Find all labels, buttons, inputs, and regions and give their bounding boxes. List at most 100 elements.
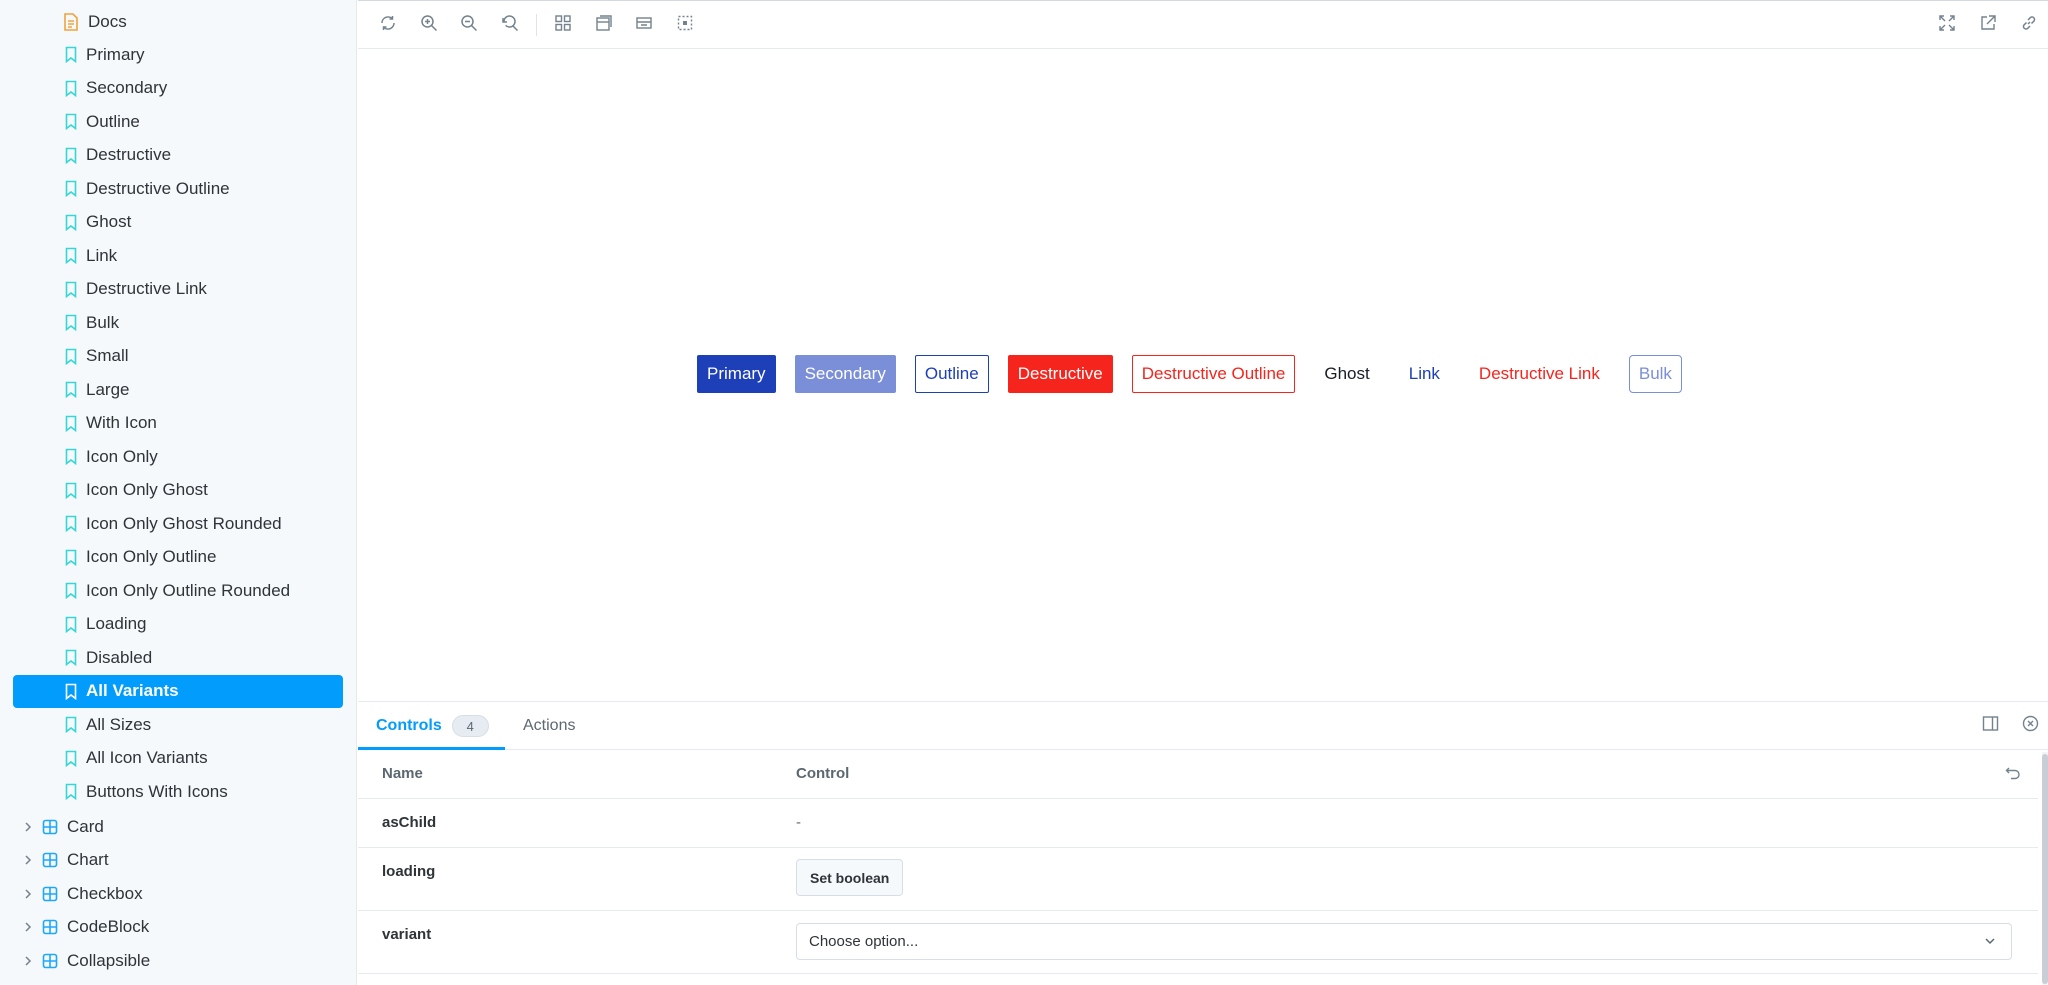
- fullscreen-button[interactable]: [1936, 14, 1958, 36]
- sidebar-item-label: Icon Only Outline Rounded: [86, 580, 291, 600]
- sidebar-item-label: CodeBlock: [67, 917, 150, 936]
- addon-tabs: Controls 4 Actions: [358, 702, 2048, 750]
- background-button[interactable]: [593, 14, 615, 36]
- control-name: loading: [382, 863, 436, 880]
- open-new-tab-button[interactable]: [1977, 14, 1999, 36]
- sidebar-item-label: Link: [86, 245, 118, 265]
- sidebar-story-item[interactable]: Secondary: [13, 72, 343, 105]
- sidebar-component-item[interactable]: Collapsible: [13, 944, 343, 977]
- bookmark-icon: [62, 414, 80, 432]
- viewport-icon: [635, 14, 653, 37]
- variant-select[interactable]: Choose option...: [796, 923, 2012, 960]
- outline-button[interactable]: [674, 14, 696, 36]
- copy-link-button[interactable]: [2018, 14, 2040, 36]
- bookmark-icon: [62, 783, 80, 801]
- sidebar-item-label: Buttons With Icons: [86, 781, 228, 801]
- bookmark-icon: [62, 46, 80, 64]
- sidebar-component-item[interactable]: Chart: [13, 844, 343, 877]
- bookmark-icon: [62, 213, 80, 231]
- chevron-right-icon: [21, 888, 35, 900]
- sidebar-item-label: Collapsible: [67, 950, 151, 970]
- bookmark-icon: [62, 180, 80, 198]
- sidebar-story-item[interactable]: Outline: [13, 105, 343, 138]
- sidebar-story-item[interactable]: Destructive Link: [13, 273, 343, 306]
- sidebar-story-item[interactable]: Icon Only Ghost Rounded: [13, 507, 343, 540]
- button-variants-row: Primary Secondary Outline Destructive Destru…: [697, 355, 1682, 393]
- addons-panel: Controls 4 Actions Name Control asChild …: [358, 702, 2048, 985]
- sidebar-item-docs[interactable]: Docs: [13, 5, 343, 38]
- bookmark-icon: [62, 749, 80, 767]
- sidebar-story-item[interactable]: Ghost: [13, 206, 343, 239]
- set-boolean-button[interactable]: Set boolean: [796, 859, 904, 896]
- sidebar-story-item[interactable]: Icon Only: [13, 440, 343, 473]
- destructive-outline-button[interactable]: Destructive Outline: [1131, 355, 1296, 393]
- bookmark-icon: [62, 615, 80, 633]
- close-panel-button[interactable]: [2021, 715, 2039, 735]
- sidebar-story-item[interactable]: Disabled: [13, 641, 343, 674]
- zoom-in-button[interactable]: [418, 14, 440, 36]
- sidebar-story-item[interactable]: Icon Only Ghost: [13, 474, 343, 507]
- sidebar-story-item[interactable]: All Variants: [13, 674, 343, 708]
- sidebar-story-item[interactable]: Large: [13, 373, 343, 406]
- bookmark-icon: [62, 582, 80, 600]
- sidebar-story-item[interactable]: Icon Only Outline: [13, 541, 343, 574]
- sidebar-item-label: Icon Only Ghost Rounded: [86, 513, 282, 533]
- sidebar-story-item[interactable]: Icon Only Outline Rounded: [13, 574, 343, 607]
- sidebar-item-label: Bulk: [86, 312, 120, 332]
- sidebar-story-item[interactable]: With Icon: [13, 407, 343, 440]
- secondary-button[interactable]: Secondary: [794, 355, 896, 393]
- sidebar-item-label: Docs: [88, 11, 127, 31]
- bookmark-icon: [62, 146, 80, 164]
- sidebar-item-label: With Icon: [86, 413, 157, 432]
- sidebar-story-item[interactable]: Buttons With Icons: [13, 775, 343, 808]
- bulk-button[interactable]: Bulk: [1628, 355, 1682, 393]
- sidebar-story-item[interactable]: Small: [13, 340, 343, 373]
- zoom-reset-button[interactable]: [499, 14, 521, 36]
- ghost-button[interactable]: Ghost: [1314, 355, 1379, 393]
- table-row: variant Choose option...: [358, 911, 2038, 974]
- panel-orientation-button[interactable]: [1981, 715, 1999, 737]
- sidebar-toggle-icon: [1982, 715, 1999, 737]
- sidebar-component-item[interactable]: Checkbox: [13, 877, 343, 910]
- sidebar-story-item[interactable]: Bulk: [13, 306, 343, 339]
- bookmark-icon: [62, 381, 80, 399]
- sidebar-story-item[interactable]: Destructive Outline: [13, 172, 343, 205]
- chevron-right-icon: [21, 854, 35, 866]
- sidebar-story-item[interactable]: Link: [13, 239, 343, 272]
- link-button[interactable]: Link: [1399, 355, 1450, 393]
- scrollbar-thumb[interactable]: [2042, 754, 2048, 984]
- grid-button[interactable]: [552, 14, 574, 36]
- sidebar-item-label: Destructive Link: [86, 279, 207, 298]
- sidebar-story-item[interactable]: Loading: [13, 608, 343, 641]
- viewport-button[interactable]: [633, 14, 655, 36]
- toolbar: [358, 0, 2048, 49]
- destructive-link-button[interactable]: Destructive Link: [1469, 355, 1610, 393]
- sidebar-story-item[interactable]: All Icon Variants: [13, 742, 343, 775]
- reset-controls-button[interactable]: [2005, 765, 2021, 786]
- zoom-out-icon: [460, 14, 478, 37]
- sidebar-item-label: All Variants: [86, 681, 179, 700]
- storybook-app: Docs Primary Secondary Outline Destructive D…: [0, 0, 2048, 985]
- component-icon: [41, 952, 59, 970]
- open-new-tab-icon: [1979, 14, 1997, 37]
- tab-controls[interactable]: Controls 4: [376, 702, 489, 750]
- copy-link-icon: [2020, 14, 2038, 37]
- sidebar-item-label: Destructive: [86, 145, 172, 164]
- zoom-in-icon: [420, 14, 438, 37]
- chevron-right-icon: [21, 921, 35, 933]
- tab-actions[interactable]: Actions: [523, 702, 575, 750]
- sidebar-component-item[interactable]: Card: [13, 810, 343, 843]
- outline-button[interactable]: Outline: [914, 355, 989, 393]
- sidebar-story-item[interactable]: Primary: [13, 38, 343, 71]
- sidebar-story-item[interactable]: Destructive: [13, 139, 343, 172]
- zoom-out-button[interactable]: [458, 14, 480, 36]
- primary-button[interactable]: Primary: [697, 355, 776, 393]
- bookmark-icon: [62, 481, 80, 499]
- bookmark-icon: [62, 682, 80, 700]
- sidebar-item-label: All Sizes: [86, 714, 152, 734]
- reload-button[interactable]: [377, 14, 399, 36]
- destructive-button[interactable]: Destructive: [1007, 355, 1113, 393]
- sidebar-item-label: Destructive Outline: [86, 178, 230, 198]
- sidebar-story-item[interactable]: All Sizes: [13, 708, 343, 741]
- sidebar-component-item[interactable]: CodeBlock: [13, 911, 343, 944]
